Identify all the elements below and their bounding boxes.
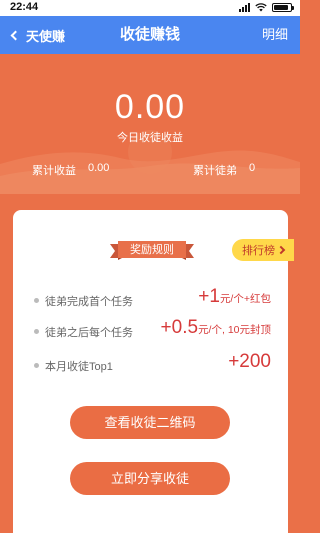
rule-row: 本月收徒Top1 +200 (13, 351, 288, 379)
reward-rules-title: 奖励规则 (130, 244, 174, 256)
bullet-dot (34, 329, 39, 334)
reward-unit: 元/个, 10元封顶 (198, 324, 271, 336)
status-time: 22:44 (10, 1, 39, 13)
rule-reward: +1 元/个+红包 (198, 286, 271, 308)
bullet-dot (34, 363, 39, 368)
watermark-suffix: 下载 (272, 503, 284, 531)
rule-text: 徒弟之后每个任务 (45, 327, 133, 339)
reward-amount: +1 (198, 286, 220, 307)
view-qr-code-button[interactable]: 查看收徒二维码 (70, 406, 230, 439)
battery-fill (274, 4, 289, 10)
page-title: 收徒赚钱 (119, 26, 180, 43)
chevron-right-icon (276, 245, 286, 255)
rule-text: 本月收徒Top1 (45, 361, 113, 373)
nav-bar: 天使赚 收徒赚钱 明细 (0, 16, 300, 54)
battery-icon (272, 2, 294, 12)
total-earnings-value: 0.00 (88, 162, 110, 174)
reward-rules-card: 奖励规则 排行榜 徒弟完成首个任务 +1 元/个+红包 徒弟之后每个任务 +0.… (13, 210, 294, 533)
status-bar: 22:44 (0, 0, 300, 16)
total-earnings-label: 累计收益 (32, 165, 76, 177)
reward-unit: 元/个+红包 (219, 293, 271, 305)
rule-reward: +200 (228, 351, 271, 373)
watermark-logo: pc6 下载 (246, 503, 290, 531)
watermark-text: pc6 (246, 509, 271, 523)
earnings-header: 0.00 今日收徒收益 累计收益 0.00 累计徒弟 0 (0, 54, 300, 194)
today-earnings-label: 今日收徒收益 (117, 132, 183, 144)
wifi-icon (255, 2, 267, 11)
total-earnings-stat: 累计收益 0.00 (32, 162, 109, 178)
reward-rules-ribbon: 奖励规则 (110, 240, 194, 260)
rule-row: 徒弟之后每个任务 +0.5 元/个, 10元封顶 (13, 317, 288, 345)
reward-amount: +200 (228, 351, 271, 372)
rule-reward: +0.5 元/个, 10元封顶 (161, 317, 271, 339)
today-earnings-amount: 0.00 (114, 88, 186, 126)
rule-text: 徒弟完成首个任务 (45, 296, 133, 308)
details-link[interactable]: 明细 (262, 16, 288, 54)
total-apprentices-stat: 累计徒弟 0 (193, 162, 255, 178)
bullet-dot (34, 298, 39, 303)
total-apprentices-value: 0 (249, 162, 256, 174)
total-apprentices-label: 累计徒弟 (193, 165, 237, 177)
reward-amount: +0.5 (160, 317, 199, 338)
status-icons (239, 2, 294, 12)
share-invite-button[interactable]: 立即分享收徒 (70, 462, 230, 495)
rule-row: 徒弟完成首个任务 +1 元/个+红包 (13, 286, 288, 314)
leaderboard-button[interactable]: 排行榜 (232, 239, 294, 261)
signal-icon (239, 2, 250, 12)
leaderboard-label: 排行榜 (242, 245, 275, 257)
